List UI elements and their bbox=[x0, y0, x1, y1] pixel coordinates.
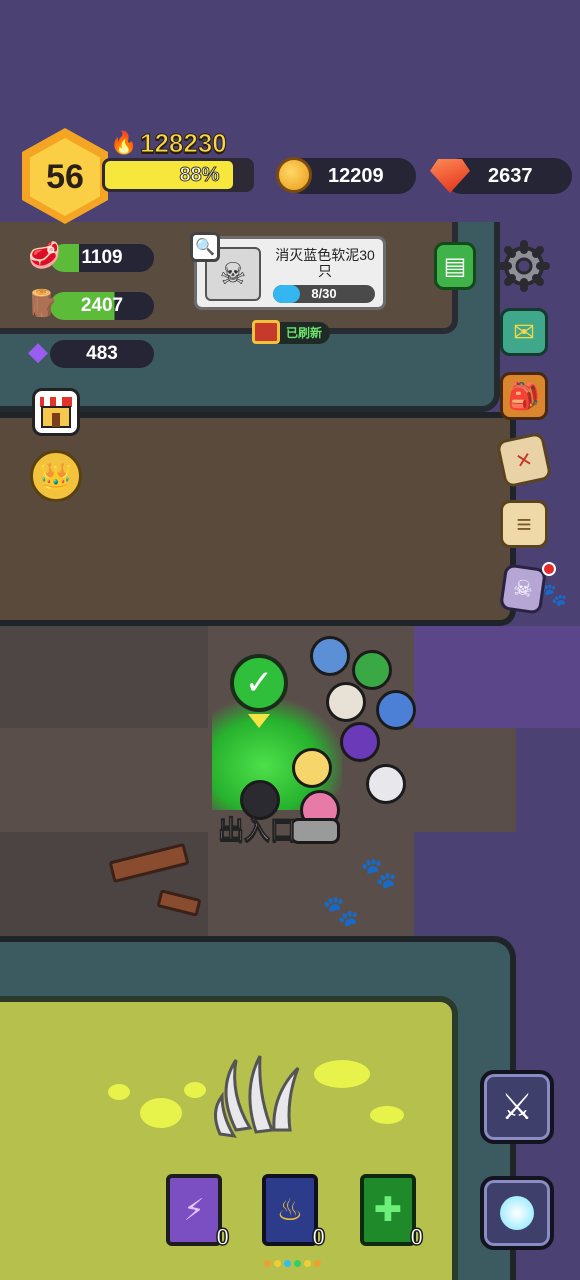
gear-icon bbox=[498, 240, 550, 292]
power-score: 128230 bbox=[140, 128, 228, 159]
quest-log-button[interactable]: ▤ bbox=[434, 242, 476, 290]
skill-book-count: 0 bbox=[409, 1223, 424, 1252]
crystal-count: 483 bbox=[86, 343, 118, 364]
mail-icon: ✉ bbox=[513, 316, 535, 347]
shop-button[interactable] bbox=[32, 388, 80, 436]
coin-icon bbox=[276, 157, 312, 193]
sword-icon: ⚔ bbox=[500, 1086, 534, 1127]
meat-counter[interactable]: 1109 bbox=[50, 244, 154, 272]
acid-puddle bbox=[184, 1082, 206, 1098]
magnify-icon[interactable]: 🔍 bbox=[190, 232, 220, 262]
treasure-chest-icon bbox=[252, 320, 280, 344]
acid-puddle bbox=[108, 1084, 130, 1100]
flame-icon: 🔥 bbox=[110, 130, 138, 155]
wood-count: 2407 bbox=[80, 295, 124, 316]
book-icon: ▤ bbox=[443, 252, 467, 280]
scroll-button[interactable]: ≡ bbox=[500, 500, 548, 548]
gem-count: 2637 bbox=[488, 164, 533, 187]
hero-unit[interactable] bbox=[352, 650, 392, 690]
crystal-icon: ◆ bbox=[28, 336, 48, 366]
skill-book-flame[interactable]: ♨ bbox=[262, 1174, 318, 1246]
notification-dot bbox=[542, 562, 556, 576]
backpack-button[interactable]: 🎒 bbox=[500, 372, 548, 420]
map-purple-floor bbox=[414, 626, 580, 728]
meat-count: 1109 bbox=[81, 247, 123, 268]
meat-icon: 🥩 bbox=[28, 240, 61, 270]
skill-book-heal[interactable]: ✚ bbox=[360, 1174, 416, 1246]
xp-progress-bar: 88% bbox=[102, 158, 254, 192]
treasure-map-button[interactable]: ✕ bbox=[495, 431, 553, 489]
mail-button[interactable]: ✉ bbox=[500, 308, 548, 356]
skill-book-count: 0 bbox=[215, 1223, 230, 1252]
skill-book-lightning[interactable]: ⚡ bbox=[166, 1174, 222, 1246]
bone-pile bbox=[206, 1050, 306, 1140]
flame-icon: ♨ bbox=[276, 1193, 304, 1227]
skill-book-count: 0 bbox=[311, 1223, 326, 1252]
hero-unit[interactable] bbox=[376, 690, 416, 730]
quest-card[interactable]: ☠ 消灭蓝色软泥30只 8/30 bbox=[194, 236, 386, 310]
wood-icon: 🪵 bbox=[26, 288, 59, 318]
auto-battle-button[interactable]: ⚔ bbox=[480, 1070, 554, 1144]
quest-progress-label: 8/30 bbox=[311, 286, 337, 301]
hero-unit[interactable] bbox=[326, 682, 366, 722]
settings-button[interactable] bbox=[498, 240, 550, 292]
acid-puddle bbox=[140, 1098, 182, 1128]
medal-icon: 👑 bbox=[39, 460, 73, 491]
book-rarity-dots bbox=[264, 1260, 321, 1267]
entrance-label: 出入口 bbox=[217, 815, 297, 846]
portal-button[interactable] bbox=[480, 1176, 554, 1250]
checkpoint-check-icon[interactable]: ✓ bbox=[230, 654, 288, 712]
paw-print-icon: 🐾 bbox=[322, 895, 360, 928]
crystal-counter[interactable]: 483 bbox=[50, 340, 154, 368]
portal-icon bbox=[500, 1196, 534, 1230]
scroll-icon: ≡ bbox=[516, 508, 532, 539]
shop-icon bbox=[40, 397, 72, 428]
xp-progress-fill: 88% bbox=[105, 161, 234, 189]
wood-counter[interactable]: 2407 bbox=[50, 292, 154, 320]
hero-unit[interactable] bbox=[292, 748, 332, 788]
bestiary-button[interactable]: ☠ bbox=[499, 563, 547, 615]
acid-puddle bbox=[370, 1106, 404, 1124]
hero-unit[interactable] bbox=[366, 764, 406, 804]
paw-print-icon: 🐾 bbox=[360, 857, 398, 890]
map-cave-floor bbox=[0, 412, 516, 626]
map-icon: ✕ bbox=[513, 447, 535, 473]
hero-cart[interactable] bbox=[290, 818, 340, 844]
backpack-icon: 🎒 bbox=[507, 380, 541, 411]
coin-count: 12209 bbox=[328, 164, 384, 187]
quest-progress-bar: 8/30 bbox=[273, 285, 375, 303]
ranking-medal-button[interactable]: 👑 bbox=[30, 450, 82, 502]
cross-icon: ✚ bbox=[373, 1191, 403, 1229]
hero-unit[interactable] bbox=[310, 636, 350, 676]
skull-card-icon: ☠ bbox=[511, 574, 535, 603]
hero-unit[interactable] bbox=[340, 722, 380, 762]
quest-title: 消灭蓝色软泥30只 bbox=[275, 247, 375, 279]
map-stone-tile bbox=[0, 626, 208, 728]
lightning-icon: ⚡ bbox=[183, 1193, 205, 1227]
acid-puddle bbox=[314, 1060, 370, 1088]
xp-percent-label: 88% bbox=[179, 163, 220, 186]
